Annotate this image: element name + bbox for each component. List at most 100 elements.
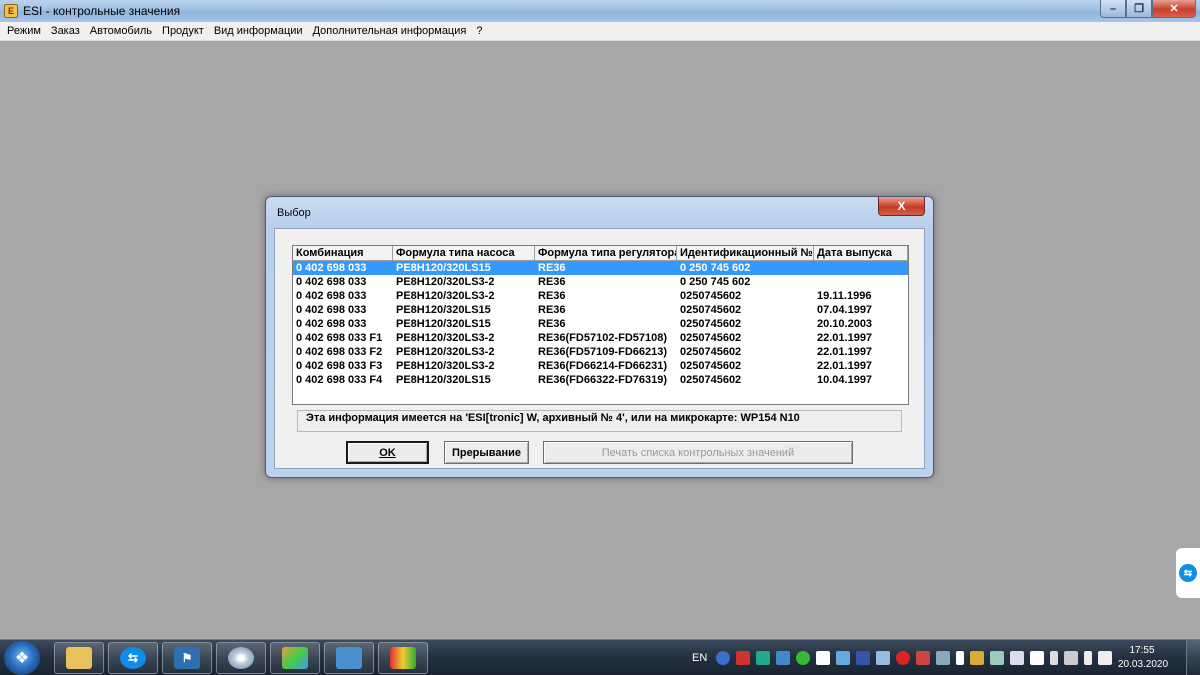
cell-governor-formula: RE36(FD57109-FD66213): [538, 346, 668, 358]
menu-item-vehicle[interactable]: Автомобиль: [85, 25, 157, 37]
cell-id-number: 0250745602: [680, 360, 742, 372]
tray-app-icon[interactable]: [796, 651, 811, 665]
menu-item-product[interactable]: Продукт: [157, 25, 209, 37]
column-header-release-date[interactable]: Дата выпуска: [814, 246, 908, 260]
menu-item-additional-info[interactable]: Дополнительная информация: [308, 25, 472, 37]
cell-id-number: 0250745602: [680, 304, 742, 316]
cell-id-number: 0250745602: [680, 318, 742, 330]
table-row[interactable]: 0 402 698 033 F3 PE8H120/320LS3-2 RE36(FD6…: [293, 359, 908, 373]
taskbar-clock[interactable]: 17:55 20.03.2020: [1118, 644, 1168, 672]
esi-icon: [390, 647, 416, 669]
cell-release-date: 10.04.1997: [817, 374, 873, 386]
taskbar-monitor[interactable]: [324, 642, 374, 674]
cell-id-number: 0250745602: [680, 290, 742, 302]
cell-release-date: [814, 275, 908, 289]
cell-governor-formula: RE36(FD66214-FD66231): [538, 360, 668, 372]
selection-dialog: Выбор X Комбинация Формула типа насоса Ф…: [265, 196, 934, 478]
column-header-id-number[interactable]: Идентификационный № к: [677, 246, 814, 260]
tray-app-icon[interactable]: [816, 651, 831, 665]
ok-button[interactable]: OK: [346, 441, 429, 464]
clock-time: 17:55: [1129, 645, 1155, 656]
table-row[interactable]: 0 402 698 033 F4 PE8H120/320LS15 RE36(FD66…: [293, 373, 908, 387]
list-header: Комбинация Формула типа насоса Формула т…: [293, 246, 908, 261]
menu-item-view-info[interactable]: Вид информации: [209, 25, 308, 37]
windows-logo-icon: ❖: [14, 650, 30, 667]
cell-pump-formula: PE8H120/320LS3-2: [396, 360, 495, 372]
close-button[interactable]: ✕: [1152, 0, 1196, 18]
tray-app-icon[interactable]: [836, 651, 851, 665]
teamviewer-icon: ⇆: [1179, 564, 1197, 582]
tray-app-icon[interactable]: [1030, 651, 1045, 665]
cell-combination: 0 402 698 033: [296, 304, 367, 316]
table-row[interactable]: 0 402 698 033 PE8H120/320LS3-2 RE36 0 250 7…: [293, 275, 908, 289]
tray-app-icon[interactable]: [916, 651, 931, 665]
menu-bar: Режим Заказ Автомобиль Продукт Вид инфор…: [0, 22, 1200, 41]
table-row[interactable]: 0 402 698 033 F1 PE8H120/320LS3-2 RE36(FD5…: [293, 331, 908, 345]
disc-icon: [228, 647, 254, 669]
cell-release-date: [814, 261, 908, 275]
taskbar-disc[interactable]: [216, 642, 266, 674]
table-row[interactable]: 0 402 698 033 PE8H120/320LS15 RE36 0 250 74…: [293, 261, 908, 275]
tray-app-icon[interactable]: [936, 651, 951, 665]
action-center-flag-icon[interactable]: [1098, 651, 1113, 665]
cell-pump-formula: PE8H120/320LS3-2: [396, 346, 495, 358]
taskbar: ❖ ⇆ ⚑ EN 17:55 20.03.2020: [0, 639, 1200, 675]
column-header-combination[interactable]: Комбинация: [293, 246, 393, 260]
tray-app-icon[interactable]: [776, 651, 791, 665]
tray-app-icon[interactable]: [756, 651, 771, 665]
taskbar-explorer[interactable]: [54, 642, 104, 674]
show-desktop-button[interactable]: [1186, 640, 1200, 675]
taskbar-esi[interactable]: [378, 642, 428, 674]
teamviewer-side-tab[interactable]: ⇆: [1176, 548, 1200, 598]
battery-icon[interactable]: [1050, 651, 1059, 665]
tray-app-icon[interactable]: [970, 651, 985, 665]
cell-governor-formula: RE36: [538, 276, 566, 288]
cell-combination: 0 402 698 033: [296, 276, 367, 288]
cell-pump-formula: PE8H120/320LS15: [396, 304, 491, 316]
minimize-button[interactable]: –: [1100, 0, 1126, 18]
combination-list[interactable]: Комбинация Формула типа насоса Формула т…: [292, 245, 909, 405]
taskbar-paint[interactable]: [270, 642, 320, 674]
language-indicator[interactable]: EN: [692, 652, 707, 664]
menu-item-order[interactable]: Заказ: [46, 25, 85, 37]
menu-item-help[interactable]: ?: [471, 25, 487, 37]
table-row[interactable]: 0 402 698 033 PE8H120/320LS3-2 RE36 0250745…: [293, 289, 908, 303]
cancel-button[interactable]: Прерывание: [444, 441, 529, 464]
cell-id-number: 0 250 745 602: [680, 276, 751, 288]
table-row[interactable]: 0 402 698 033 PE8H120/320LS15 RE36 02507456…: [293, 317, 908, 331]
tray-app-icon[interactable]: [876, 651, 891, 665]
cell-id-number: 0 250 745 602: [680, 262, 751, 274]
tray-app-icon[interactable]: [896, 651, 911, 665]
maximize-button[interactable]: ❐: [1126, 0, 1152, 18]
tray-app-icon[interactable]: [856, 651, 871, 665]
bluetooth-icon[interactable]: [956, 651, 965, 665]
dialog-title: Выбор: [277, 207, 311, 219]
cell-combination: 0 402 698 033: [296, 318, 367, 330]
list-body: 0 402 698 033 PE8H120/320LS15 RE36 0 250 74…: [293, 261, 908, 387]
start-button[interactable]: ❖: [4, 641, 40, 675]
table-row[interactable]: 0 402 698 033 PE8H120/320LS15 RE36 02507456…: [293, 303, 908, 317]
taskbar-teamviewer[interactable]: ⇆: [108, 642, 158, 674]
taskbar-car-diagnostics[interactable]: ⚑: [162, 642, 212, 674]
column-header-pump-formula[interactable]: Формула типа насоса: [393, 246, 535, 260]
cell-combination: 0 402 698 033 F4: [296, 374, 383, 386]
tray-app-icon[interactable]: [736, 651, 751, 665]
cell-release-date: 22.01.1997: [817, 332, 873, 344]
car-icon: ⚑: [174, 647, 200, 669]
cell-release-date: 20.10.2003: [817, 318, 873, 330]
tray-app-icon[interactable]: [1010, 651, 1025, 665]
cell-combination: 0 402 698 033: [296, 262, 367, 274]
network-signal-icon[interactable]: [1064, 651, 1079, 665]
help-icon[interactable]: [716, 651, 731, 665]
table-row[interactable]: 0 402 698 033 F2 PE8H120/320LS3-2 RE36(FD5…: [293, 345, 908, 359]
dialog-close-button[interactable]: X: [878, 197, 925, 216]
cell-combination: 0 402 698 033 F1: [296, 332, 383, 344]
tray-app-icon[interactable]: [990, 651, 1005, 665]
volume-icon[interactable]: [1084, 651, 1093, 665]
cell-id-number: 0250745602: [680, 374, 742, 386]
cell-pump-formula: PE8H120/320LS3-2: [396, 332, 495, 344]
print-list-button[interactable]: Печать списка контрольных значений: [543, 441, 853, 464]
paint-icon: [282, 647, 308, 669]
menu-item-mode[interactable]: Режим: [2, 25, 46, 37]
column-header-governor-formula[interactable]: Формула типа регулятора: [535, 246, 677, 260]
